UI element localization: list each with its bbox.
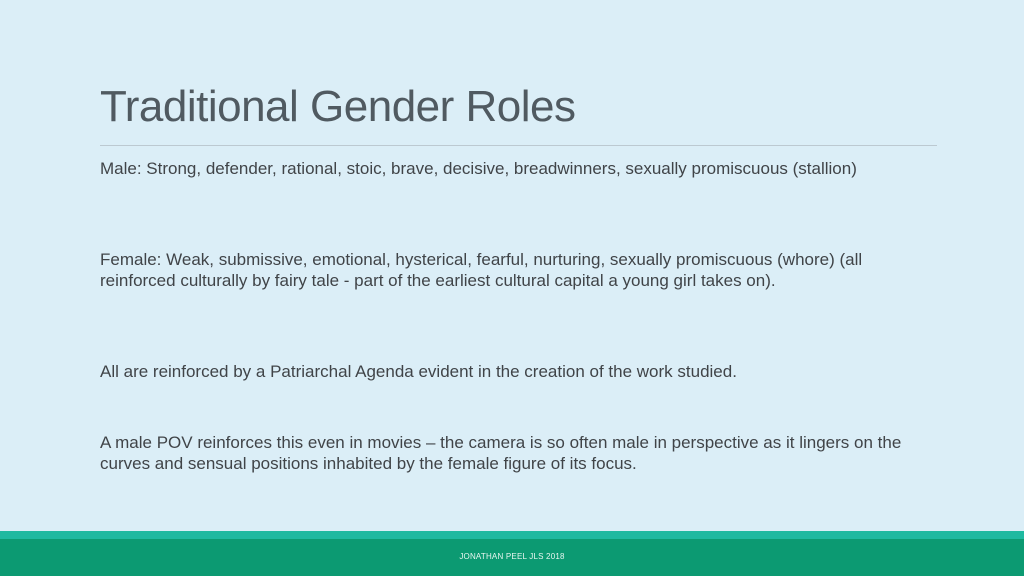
paragraph-female-roles: Female: Weak, submissive, emotional, hys… xyxy=(100,250,863,290)
paragraph-male-pov: A male POV reinforces this even in movie… xyxy=(100,433,902,473)
footer-accent-stripe xyxy=(0,531,1024,539)
slide: Traditional Gender Roles Male: Strong, d… xyxy=(0,0,1024,576)
footer-author-text: JONATHAN PEEL JLS 2018 xyxy=(459,552,565,561)
slide-title: Traditional Gender Roles xyxy=(100,82,576,131)
paragraph-patriarchal-agenda: All are reinforced by a Patriarchal Agen… xyxy=(100,362,737,381)
title-divider xyxy=(100,145,937,146)
paragraph-male-roles: Male: Strong, defender, rational, stoic,… xyxy=(100,159,857,178)
